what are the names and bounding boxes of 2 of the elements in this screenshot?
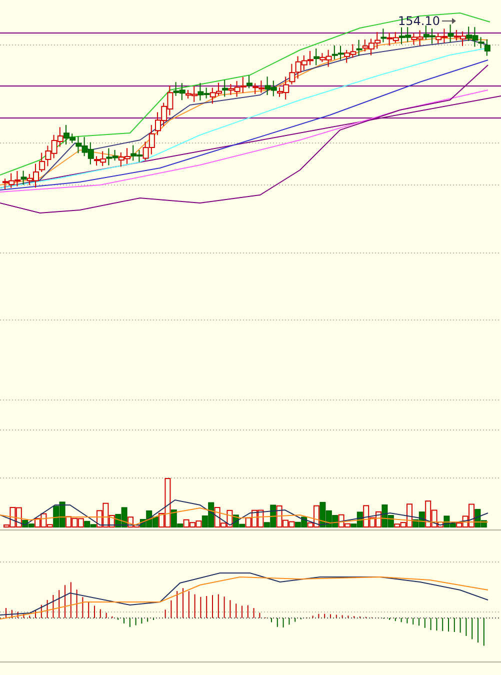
peak-price-label: 154.10 bbox=[398, 14, 440, 28]
arrow-icon bbox=[442, 18, 456, 24]
